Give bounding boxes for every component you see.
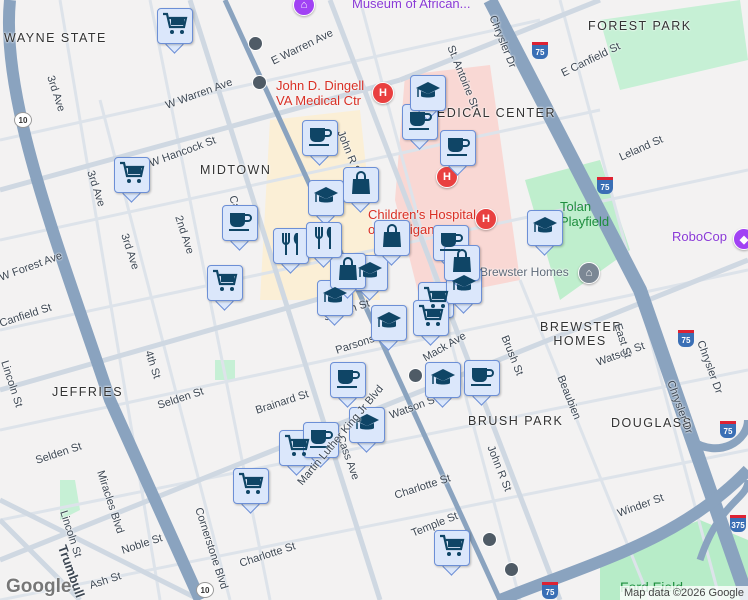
fork-knife-icon	[311, 225, 337, 256]
neighborhood-label: BREWSTER HOMES	[540, 320, 623, 348]
marker-box	[157, 8, 193, 44]
graduation-cap-icon	[376, 309, 402, 338]
marker-box	[434, 530, 470, 566]
highway-shield: 75	[542, 582, 558, 599]
google-logo: Google	[6, 576, 72, 597]
highway-shield: 75	[720, 421, 736, 438]
coffee-cup-icon	[469, 364, 495, 393]
poi-museum[interactable]: Museum of African...	[352, 0, 471, 11]
marker-box	[413, 300, 449, 336]
map-marker-grad[interactable]	[425, 362, 461, 408]
map-marker-cart[interactable]	[233, 468, 269, 514]
tram-stop-icon[interactable]	[248, 36, 263, 51]
marker-box	[440, 130, 476, 166]
highway-shield: 10	[14, 112, 32, 128]
shopping-cart-icon	[439, 534, 465, 563]
graduation-cap-icon	[322, 284, 348, 313]
marker-box	[425, 362, 461, 398]
map-marker-cart[interactable]	[207, 265, 243, 311]
tram-stop-icon[interactable]	[408, 368, 423, 383]
map-marker-bag[interactable]	[343, 167, 379, 213]
highway-shield: 10	[196, 582, 214, 598]
neighborhood-label: FOREST PARK	[588, 19, 692, 33]
coffee-cup-icon	[307, 124, 333, 153]
marker-box	[371, 305, 407, 341]
map-marker-grad[interactable]	[308, 180, 344, 226]
forest-park-green	[600, 0, 748, 90]
map-marker-cart[interactable]	[413, 300, 449, 346]
marker-box	[306, 222, 342, 258]
landmark-icon[interactable]: ⌂	[578, 262, 600, 284]
map-marker-coffee[interactable]	[464, 360, 500, 406]
graduation-cap-icon	[313, 184, 339, 213]
marker-box	[114, 157, 150, 193]
marker-box	[527, 210, 563, 246]
coffee-cup-icon	[407, 108, 433, 137]
marker-box	[410, 75, 446, 111]
tram-stop-icon[interactable]	[252, 75, 267, 90]
map-marker-coffee[interactable]	[330, 362, 366, 408]
map-marker-cart[interactable]	[114, 157, 150, 203]
hospital-icon[interactable]: H	[475, 208, 497, 230]
tram-stop-icon[interactable]	[504, 562, 519, 577]
marker-box	[273, 228, 309, 264]
coffee-cup-icon	[227, 209, 253, 238]
graduation-cap-icon	[451, 272, 477, 301]
map-marker-restaurant[interactable]	[273, 228, 309, 274]
shopping-cart-icon	[418, 304, 444, 333]
highway-shield: 375	[730, 515, 746, 532]
tram-stop-icon[interactable]	[482, 532, 497, 547]
poi-robocop[interactable]: RoboCop	[672, 229, 727, 244]
marker-box	[222, 205, 258, 241]
marker-box	[207, 265, 243, 301]
map-marker-grad[interactable]	[527, 210, 563, 256]
map-marker-coffee[interactable]	[440, 130, 476, 176]
coffee-cup-icon	[335, 366, 361, 395]
marker-box	[402, 104, 438, 140]
map-marker-cart[interactable]	[157, 8, 193, 54]
neighborhood-label: MIDTOWN	[200, 163, 272, 177]
neighborhood-label: JEFFRIES	[52, 385, 124, 399]
map-attribution[interactable]: Map data ©2026 Google	[619, 586, 748, 600]
fork-knife-icon	[278, 231, 304, 262]
marker-box	[308, 180, 344, 216]
map-marker-coffee[interactable]	[222, 205, 258, 251]
graduation-cap-icon	[415, 79, 441, 108]
shopping-bag-icon	[348, 170, 374, 201]
shopping-cart-icon	[212, 269, 238, 298]
marker-box	[330, 362, 366, 398]
neighborhood-label: BRUSH PARK	[468, 414, 564, 428]
marker-box	[233, 468, 269, 504]
map-marker-grad[interactable]	[371, 305, 407, 351]
shopping-bag-icon	[379, 223, 405, 254]
marker-box	[343, 167, 379, 203]
highway-10	[2, 0, 206, 600]
marker-box	[464, 360, 500, 396]
coffee-cup-icon	[445, 134, 471, 163]
shopping-cart-icon	[238, 472, 264, 501]
poi-va-medical-center[interactable]: John D. Dingell VA Medical Ctr	[276, 78, 364, 108]
map-marker-bag[interactable]	[374, 220, 410, 266]
graduation-cap-icon	[532, 214, 558, 243]
attraction-icon[interactable]: ◆	[733, 228, 748, 250]
highway-shield: 75	[532, 42, 548, 59]
map-marker-grad[interactable]	[317, 280, 353, 326]
map-marker-coffee[interactable]	[302, 120, 338, 166]
map-marker-cart[interactable]	[434, 530, 470, 576]
highway-shield: 75	[597, 177, 613, 194]
marker-box	[317, 280, 353, 316]
poi-tolan-playfield[interactable]: Tolan Playfield	[560, 199, 609, 229]
hospital-icon[interactable]: H	[372, 82, 394, 104]
map[interactable]: WAYNE STATE MIDTOWN MEDICAL CENTER FORES…	[0, 0, 748, 600]
neighborhood-label: WAYNE STATE	[4, 31, 107, 45]
highway-shield: 75	[678, 330, 694, 347]
marker-box	[374, 220, 410, 256]
shopping-cart-icon	[162, 12, 188, 41]
map-marker-grad[interactable]	[446, 268, 482, 314]
map-marker-coffee[interactable]	[402, 104, 438, 150]
shopping-cart-icon	[119, 161, 145, 190]
graduation-cap-icon	[430, 366, 456, 395]
marker-box	[302, 120, 338, 156]
poi-brewster-homes[interactable]: Brewster Homes	[480, 265, 569, 279]
